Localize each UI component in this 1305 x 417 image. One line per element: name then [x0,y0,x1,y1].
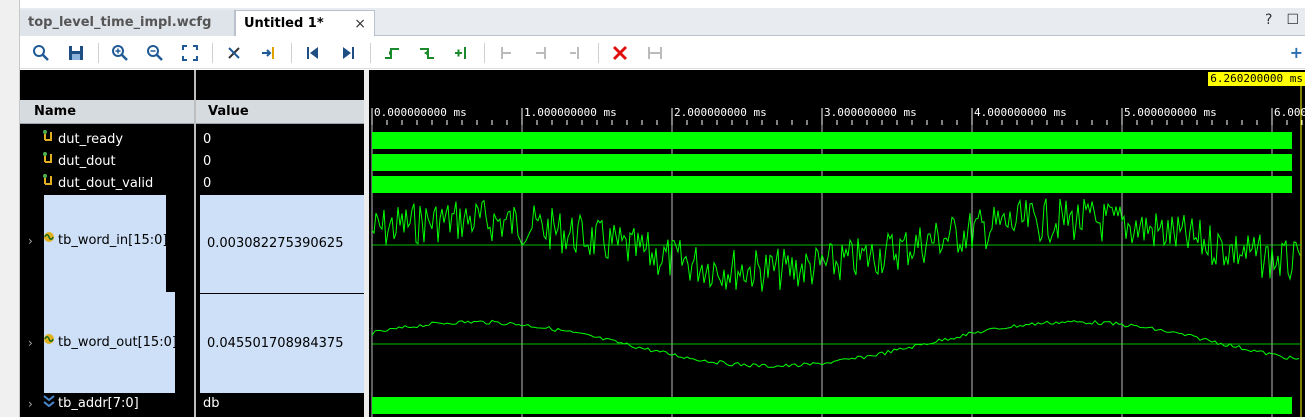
previous-marker-icon[interactable] [493,41,519,65]
overflow-icon[interactable]: + [1290,43,1303,62]
signal-value: 0 [203,154,212,169]
go-to-end-icon[interactable] [335,41,361,65]
bus-icon [42,393,56,415]
signal-name: tb_addr[7:0] [58,396,139,411]
tick-label: 6.000 [1274,106,1305,119]
digital-waveform [372,154,1292,171]
signal-row-dut-dout[interactable]: dut_dout [20,151,194,173]
digital-waveform [372,176,1292,193]
signal-row-tb-word-in[interactable]: › tb_word_in[15:0] [20,230,194,252]
bit-signal-icon [42,151,54,173]
previous-transition-icon[interactable] [379,41,405,65]
tick-label: 2.000000000 ms [674,106,767,119]
tab-label: Untitled 1* [244,16,324,31]
expand-arrow-icon[interactable]: › [28,230,33,252]
bit-signal-icon [42,173,54,195]
analog-bus-icon [42,332,56,354]
signal-row-dut-ready[interactable]: dut_ready [20,129,194,151]
signal-value: 0.003082275390625 [200,195,368,293]
waveform-toolbar: + [20,37,1305,69]
go-to-cursor-icon[interactable] [256,41,282,65]
signal-name: dut_dout [58,154,116,169]
tick-label: 0.000000000 ms [374,106,467,119]
tab-bar: top_level_time_impl.wcfg Untitled 1* × ?… [20,8,1305,36]
signal-name-pane: Name dut_ready dut_dout dut_dout_valid ›… [20,70,194,417]
zoom-out-icon[interactable] [142,41,168,65]
analog-bus-icon [42,230,56,252]
tick-label: 4.000000000 ms [974,106,1067,119]
add-marker-icon[interactable] [449,41,475,65]
signal-row-dut-dout-valid[interactable]: dut_dout_valid [20,173,194,195]
search-icon[interactable] [28,41,54,65]
tick-label: 3.000000000 ms [824,106,917,119]
value-column-header[interactable]: Value [196,100,364,124]
signal-value: db [203,396,220,411]
signal-name: dut_ready [58,132,124,147]
zoom-in-icon[interactable] [107,41,133,65]
signal-row-tb-addr[interactable]: › tb_addr[7:0] [20,393,194,415]
next-marker-icon[interactable] [528,41,554,65]
tab-label: top_level_time_impl.wcfg [28,15,212,30]
signal-value: 0.045501708984375 [200,294,368,393]
zoom-fit-icon[interactable] [177,41,203,65]
waveform-svg [369,86,1305,417]
bit-signal-icon [42,129,54,151]
tab-wcfg[interactable]: top_level_time_impl.wcfg [20,10,235,36]
left-edge-strip [0,0,20,417]
swap-cursors-icon[interactable] [642,41,668,65]
save-icon[interactable] [63,41,89,65]
tick-label: 1.000000000 ms [524,106,617,119]
signal-name: tb_word_out[15:0] [58,335,177,350]
cursor-time-label: 6.260200000 ms [1208,72,1305,86]
signal-name: tb_word_in[15:0] [58,233,168,248]
signal-row-tb-word-out[interactable]: › tb_word_out[15:0] [20,332,194,354]
bus-waveform [372,397,1292,414]
maximize-icon[interactable]: ☐ [1286,12,1299,28]
close-icon[interactable]: × [354,11,366,37]
name-column-header[interactable]: Name [20,100,194,124]
tick-label: 5.000000000 ms [1124,106,1217,119]
signal-value: 0 [203,132,212,147]
next-transition-icon[interactable] [414,41,440,65]
tab-untitled[interactable]: Untitled 1* × [235,10,375,36]
digital-waveform [372,132,1292,149]
waveform-canvas[interactable]: 6.260200000 ms 0.000000000 ms 1.000000000… [369,70,1305,417]
expand-arrow-icon[interactable]: › [28,332,33,354]
expand-arrow-icon[interactable]: › [28,393,33,415]
help-icon[interactable]: ? [1265,12,1272,28]
signal-value: 0 [203,176,212,191]
delete-marker-icon[interactable] [563,41,589,65]
cursor-to-zero-icon[interactable] [221,41,247,65]
signal-name: dut_dout_valid [58,176,154,191]
go-to-start-icon[interactable] [300,41,326,65]
delete-icon[interactable] [607,41,633,65]
signal-value-pane: Value 0 0 0 0.003082275390625 0.04550170… [196,70,368,417]
